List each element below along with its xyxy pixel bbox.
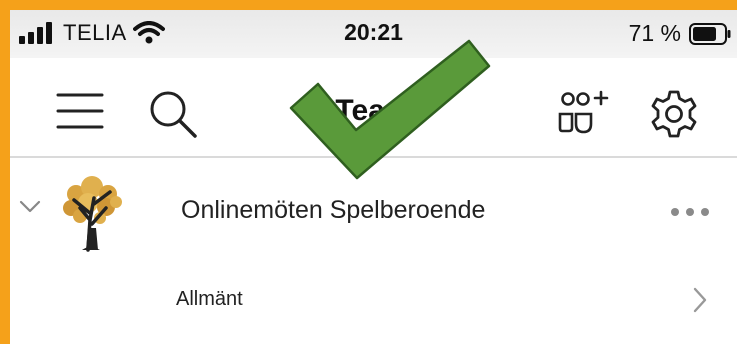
chevron-down-icon [19, 200, 41, 213]
team-more-button[interactable] [670, 204, 710, 222]
settings-button[interactable] [648, 88, 700, 145]
channel-name: Allmänt [176, 288, 243, 310]
add-people-icon [558, 90, 609, 134]
more-options-icon [671, 208, 709, 216]
tree-logo-icon [63, 176, 122, 252]
collapse-toggle[interactable] [19, 200, 41, 219]
header-divider [10, 156, 737, 158]
nav-bar: Team [10, 58, 737, 156]
add-people-button[interactable] [557, 86, 615, 141]
page-title: Team [335, 94, 412, 127]
status-bar: TELIA 20:21 71 % [10, 10, 737, 58]
team-avatar [58, 174, 126, 257]
team-row[interactable]: Onlinemöten Spelberoende [10, 160, 737, 260]
battery-percentage: 71 % [628, 20, 681, 46]
battery-icon [689, 22, 731, 45]
chevron-right-icon [693, 287, 707, 313]
channel-row[interactable]: Allmänt [10, 260, 737, 344]
channel-arrow [693, 287, 707, 318]
team-name: Onlinemöten Spelberoende [181, 196, 486, 224]
settings-icon [651, 90, 697, 138]
app-screen: TELIA 20:21 71 % Team Onlinemöten Spelbe… [10, 10, 737, 344]
